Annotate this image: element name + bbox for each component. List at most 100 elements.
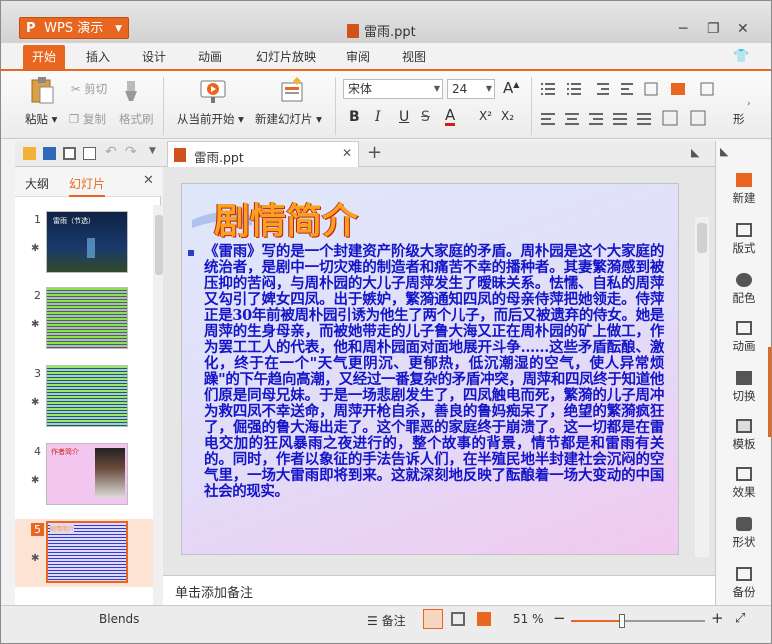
editor-scrollbar[interactable] [695, 217, 709, 557]
zoom-slider[interactable] [571, 614, 705, 628]
tab-view[interactable]: 视图 [393, 45, 435, 69]
scrollbar-thumb[interactable] [697, 223, 707, 253]
paste-icon[interactable] [29, 77, 55, 108]
brush-icon[interactable] [119, 79, 141, 106]
paste-button[interactable]: 粘贴 ▾ [25, 111, 57, 127]
slide-thumbnail-5[interactable]: 剧情简介 [46, 521, 128, 583]
scrollbar-thumb[interactable] [155, 215, 163, 275]
close-icon[interactable]: ✕ [737, 21, 749, 37]
tab-slides[interactable]: 幻灯片 [69, 175, 106, 197]
restore-icon[interactable]: ❐ [707, 21, 720, 37]
print-preview-icon[interactable] [83, 147, 96, 160]
slide-body-text[interactable]: 《雷雨》写的是一个封建资产阶级大家庭的矛盾。周朴园是这个大家庭的统治者，是剧中一… [204, 244, 664, 500]
save-icon[interactable] [43, 147, 56, 160]
zoom-out-icon[interactable]: − [553, 609, 566, 627]
backup-button[interactable]: 备份 [716, 567, 771, 600]
new-slide-icon[interactable] [279, 77, 305, 108]
undo-icon[interactable]: ↶ [105, 144, 117, 160]
transition-label: 切换 [732, 389, 756, 403]
slide-sorter-icon[interactable] [451, 612, 465, 626]
new-slide-label: 新建幻灯片 [255, 112, 313, 126]
subscript-button[interactable]: X₂ [501, 109, 514, 123]
chevron-down-icon[interactable]: ▼ [149, 146, 156, 156]
slide-title[interactable]: 剧情简介 [214, 192, 358, 244]
shadow-button[interactable]: S [421, 109, 430, 125]
template-button[interactable]: 模板 [716, 419, 771, 452]
tab-home[interactable]: 开始 [23, 45, 65, 69]
wps-logo: P [26, 21, 36, 36]
notes-toggle-label: 备注 [381, 614, 406, 628]
from-current-button[interactable]: 从当前开始 ▾ [177, 111, 244, 127]
new-label: 新建 [732, 191, 756, 205]
format-painter-button[interactable]: 格式刷 [119, 111, 154, 127]
open-folder-icon[interactable] [23, 147, 36, 160]
tab-menu-icon[interactable]: ◣ [691, 146, 699, 159]
slide-thumbnail-1[interactable]: 雷雨（节选） [46, 211, 128, 273]
layout-button[interactable]: 版式 [716, 223, 771, 256]
current-slide[interactable]: 剧情简介 《雷雨》写的是一个封建资产阶级大家庭的矛盾。周朴园是这个大家庭的统治者… [181, 183, 679, 555]
fit-window-icon[interactable]: ⤢ [735, 611, 745, 626]
shirt-icon[interactable]: 👕 [733, 49, 749, 64]
notes-pane[interactable]: 单击添加备注 [163, 575, 715, 605]
shapes-button[interactable]: 形状 [716, 517, 771, 550]
transition-button[interactable]: 切换 [716, 371, 771, 404]
tab-outline[interactable]: 大纲 [25, 175, 49, 192]
superscript-button[interactable]: X² [479, 109, 492, 123]
color-scheme-label: 配色 [732, 291, 756, 305]
star-icon: ✱ [31, 475, 40, 486]
template-label: 模板 [732, 437, 756, 451]
zoom-in-icon[interactable]: + [711, 609, 724, 627]
tab-slideshow[interactable]: 幻灯片放映 [249, 45, 323, 69]
pane-menu-icon[interactable]: ◣ [720, 145, 728, 158]
chevron-right-icon[interactable]: › [747, 99, 751, 109]
tab-insert[interactable]: 插入 [77, 45, 119, 69]
play-slideshow-icon[interactable] [199, 77, 227, 108]
slide-thumbnail-4[interactable]: 作者简介 [46, 443, 128, 505]
ribbon-toolbar: 粘贴 ▾ ✂ 剪切 ❐ 复制 格式刷 从当前开始 ▾ 新建幻灯片 ▾ 宋体 ▼ 2… [1, 69, 771, 139]
thumbnail-art [87, 238, 95, 258]
effects-label: 效果 [732, 485, 756, 499]
underline-button[interactable]: U [399, 109, 409, 125]
cut-button[interactable]: ✂ 剪切 [71, 81, 107, 97]
new-button[interactable]: 新建 [716, 173, 771, 206]
tab-review[interactable]: 审阅 [337, 45, 379, 69]
notes-icon: ☰ [367, 614, 378, 628]
document-tab-bar: ↶ ↷ ▼ 雷雨.ppt ✕ + ◣ [15, 141, 715, 167]
app-menu-button[interactable]: P WPS 演示 ▼ [19, 17, 129, 39]
font-name-select[interactable]: 宋体 ▼ [343, 79, 443, 99]
new-tab-button[interactable]: + [367, 142, 382, 163]
layout-label: 版式 [732, 241, 756, 255]
more-tools-label[interactable]: 形 [733, 111, 745, 127]
grow-font-button[interactable]: A▲ [503, 79, 519, 97]
font-color-button[interactable]: A [445, 107, 456, 126]
color-scheme-button[interactable]: 配色 [716, 273, 771, 306]
thumbnail-caption: 剧情简介 [50, 524, 75, 533]
star-icon: ✱ [31, 397, 40, 408]
font-size-select[interactable]: 24 ▼ [447, 79, 495, 99]
normal-view-icon[interactable] [423, 609, 443, 629]
tab-animation[interactable]: 动画 [189, 45, 231, 69]
minimize-icon[interactable]: ─ [679, 21, 687, 37]
slide-thumbnail-2[interactable] [46, 287, 128, 349]
slide-thumbnail-3[interactable] [46, 365, 128, 427]
effects-button[interactable]: 效果 [716, 467, 771, 500]
zoom-slider-handle[interactable] [618, 614, 625, 628]
slideshow-view-icon[interactable] [477, 612, 491, 626]
redo-icon[interactable]: ↷ [125, 144, 137, 160]
print-icon[interactable] [63, 147, 76, 160]
tab-design[interactable]: 设计 [133, 45, 175, 69]
star-icon: ✱ [31, 319, 40, 330]
close-tab-icon[interactable]: ✕ [342, 146, 352, 160]
title-bar: P WPS 演示 ▼ 雷雨.ppt ─ ❐ ✕ [1, 1, 771, 43]
pane-collapse-handle[interactable] [768, 347, 771, 437]
close-panel-icon[interactable]: ✕ [143, 173, 154, 188]
notes-toggle-button[interactable]: ☰ 备注 [367, 612, 406, 629]
copy-label: 复制 [82, 112, 106, 126]
new-slide-button[interactable]: 新建幻灯片 ▾ [255, 111, 322, 127]
bold-button[interactable]: B [349, 109, 360, 125]
italic-button[interactable]: I [375, 109, 381, 125]
paragraph-tools[interactable] [541, 81, 731, 137]
document-tab[interactable]: 雷雨.ppt ✕ [167, 141, 359, 167]
animation-button[interactable]: 动画 [716, 321, 771, 354]
copy-button[interactable]: ❐ 复制 [69, 111, 106, 127]
